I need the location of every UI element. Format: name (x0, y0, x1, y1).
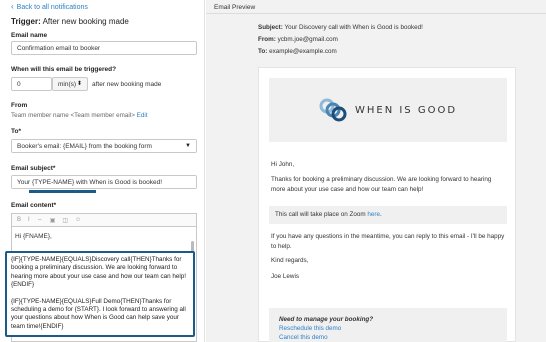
from-row: Team member name <Team member email> Edi… (11, 112, 148, 119)
trigger-heading: Trigger: After new booking made (11, 17, 129, 26)
bold-icon[interactable]: B (17, 217, 21, 223)
trigger-label: Trigger: (11, 17, 41, 26)
from-label: From (11, 102, 28, 109)
preview-from: From: ycbm.joe@gmail.com (258, 36, 338, 43)
preview-subject-value: Your Discovery call with When is Good is… (284, 24, 423, 31)
content-label: Email content* (11, 202, 57, 209)
from-value: Team member name <Team member email> (11, 112, 135, 119)
caret-down-icon: ▼ (185, 143, 191, 149)
content-paragraph-1: {IF}{TYPE-NAME}{EQUALS}Discovery call{TH… (11, 256, 187, 289)
zoom-notice: This call will take place on Zoom here. (269, 206, 507, 224)
brand-logo-text: WHEN IS GOOD (354, 104, 458, 116)
zoom-prefix: This call will take place on Zoom (275, 211, 366, 218)
back-link[interactable]: ‹ Back to all notifications (11, 3, 88, 11)
updown-icon: ⬍ (76, 81, 82, 87)
subject-input[interactable]: Your {TYPE-NAME} with When is Good is bo… (11, 175, 197, 189)
preview-to-label: To: (258, 48, 268, 55)
emoji-icon[interactable]: ☺ (75, 217, 81, 223)
to-select[interactable]: Booker's email: {EMAIL} from the booking… (11, 139, 197, 153)
preview-subject: Subject: Your Discovery call with When i… (258, 24, 423, 31)
preview-signature: Joe Lewis (271, 273, 300, 280)
when-unit-select[interactable]: min(s) ⬍ (52, 77, 88, 91)
table-icon[interactable]: ◫ (62, 217, 68, 224)
when-label: When will this email be triggered? (11, 66, 117, 73)
brand-banner: WHEN IS GOOD (269, 78, 507, 142)
zoom-link[interactable]: here (367, 211, 380, 218)
italic-icon[interactable]: I (28, 217, 30, 223)
email-name-input[interactable]: Confirmation email to booker (11, 41, 197, 55)
preview-subject-label: Subject: (258, 24, 283, 31)
preview-regards: Kind regards, (271, 257, 309, 264)
link-icon[interactable]: ⇔ (37, 217, 43, 223)
preview-paragraph-2: If you have any questions in the meantim… (271, 233, 505, 250)
preview-from-value: ycbm.joe@gmail.com (277, 36, 338, 43)
trigger-value: After new booking made (42, 17, 129, 26)
image-icon[interactable]: ▣ (50, 217, 56, 224)
content-greeting: Hi {FNAME}, (15, 233, 52, 240)
conditional-content-block[interactable]: {IF}{TYPE-NAME}{EQUALS}Discovery call{TH… (5, 251, 195, 337)
reschedule-link[interactable]: Reschedule this demo (279, 324, 497, 333)
when-is-good-logo-icon (319, 98, 347, 122)
manage-booking-box: Need to manage your booking? Reschedule … (269, 308, 507, 342)
preview-greeting: Hi John, (271, 161, 295, 168)
content-paragraph-2: {IF}{TYPE-NAME}{EQUALS}Full Demo{THEN}Th… (11, 297, 186, 330)
preview-paragraph-1: Thanks for booking a preliminary discuss… (271, 176, 492, 193)
zoom-suffix: . (380, 211, 382, 218)
chevron-left-icon: ‹ (11, 2, 14, 11)
preview-to: To: example@example.com (258, 48, 337, 55)
subject-label: Email subject* (11, 165, 56, 172)
cancel-link[interactable]: Cancel this demo (279, 333, 497, 342)
subject-highlight-underline (29, 190, 96, 193)
when-unit-value: min(s) (58, 81, 77, 88)
preview-divider (206, 13, 546, 14)
from-edit-link[interactable]: Edit (137, 112, 148, 119)
preview-title: Email Preview (214, 4, 256, 11)
to-label: To* (11, 128, 21, 135)
back-link-label: Back to all notifications (16, 3, 88, 11)
when-suffix: after new booking made (92, 81, 162, 88)
editor-toolbar: B I ⇔ ▣ ◫ ☺ (11, 213, 197, 226)
notification-editor-panel: ‹ Back to all notifications Trigger: Aft… (0, 0, 205, 342)
when-value-input[interactable]: 0 (11, 77, 52, 91)
email-body-card: WHEN IS GOOD Hi John, Thanks for booking… (258, 67, 516, 342)
preview-from-label: From: (258, 36, 276, 43)
email-name-label: Email name (11, 32, 48, 39)
manage-title: Need to manage your booking? (279, 316, 374, 323)
email-preview-panel: Email Preview Subject: Your Discovery ca… (206, 0, 546, 342)
preview-to-value: example@example.com (269, 48, 337, 55)
to-value: Booker's email: {EMAIL} from the booking… (17, 143, 152, 150)
